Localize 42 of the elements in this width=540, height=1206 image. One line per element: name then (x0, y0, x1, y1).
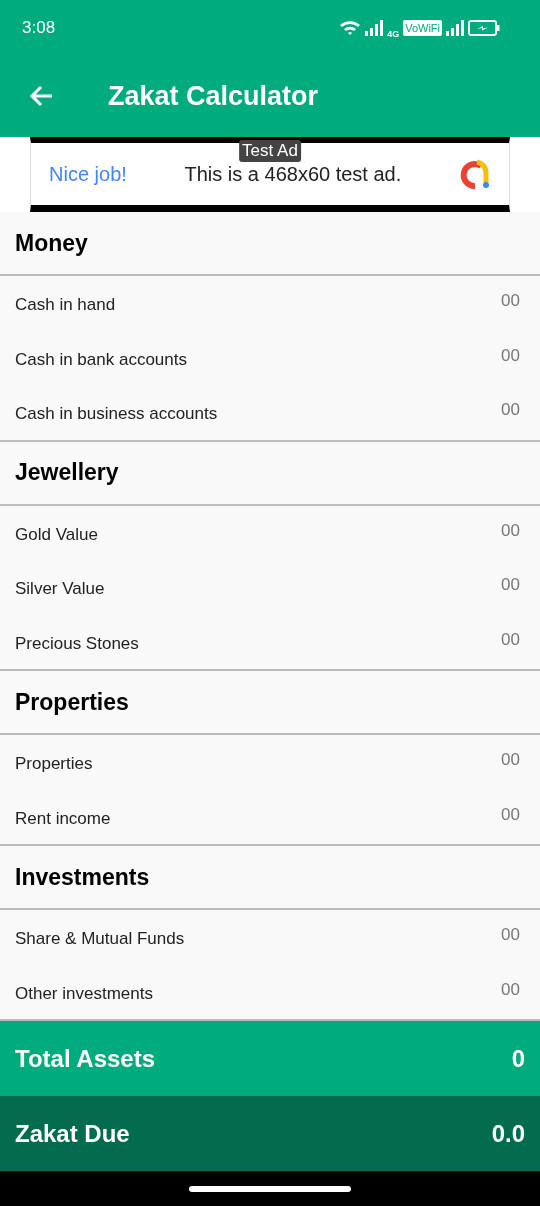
field-label: Cash in hand (15, 294, 116, 316)
amount-field[interactable]: 00 (440, 976, 520, 1002)
field-label: Other investments (15, 982, 153, 1005)
section-title: Investments (0, 846, 540, 910)
amount-field[interactable]: 00 (440, 801, 520, 827)
field-label: Cash in business accounts (15, 403, 218, 425)
network-type: 4G (387, 27, 400, 41)
back-button[interactable] (28, 83, 54, 109)
section-title: Properties (0, 671, 540, 735)
field-label: Share & Mutual Funds (15, 928, 185, 950)
amount-field[interactable]: 00 (440, 342, 520, 368)
field-label: Cash in bank accounts (15, 348, 187, 371)
field-label: Gold Value (15, 523, 98, 546)
amount-field[interactable]: 00 (440, 747, 520, 773)
ad-headline: Nice job! (49, 162, 127, 187)
wifi-calling-badge: VoWiFi (403, 19, 442, 36)
field-label: Silver Value (15, 578, 105, 600)
amount-field[interactable]: 00 (440, 288, 520, 314)
section-title: Jewellery (0, 441, 540, 506)
field-label: Rent income (15, 807, 111, 830)
amount-field[interactable]: 00 (440, 397, 520, 423)
wifi-icon (339, 19, 362, 36)
field-label: Properties (15, 753, 93, 775)
amount-field[interactable]: 00 (440, 517, 520, 543)
status-time: 3:08 (22, 16, 56, 39)
signal-icon (365, 19, 384, 36)
ad-tag: Test Ad (239, 140, 301, 162)
app-title: Zakat Calculator (108, 79, 319, 113)
total-value: 0 (511, 1043, 525, 1074)
battery-charging-icon (468, 19, 500, 36)
ad-logo-icon (459, 158, 491, 190)
total-value: 0.0 (491, 1118, 525, 1149)
amount-field[interactable]: 00 (440, 922, 520, 948)
total-label: Total Assets (15, 1043, 156, 1074)
ad-banner[interactable]: Test Ad Nice job! This is a 468x60 test ad. (30, 137, 510, 212)
total-label: Zakat Due (15, 1118, 130, 1149)
ad-text: This is a 468x60 test ad. (184, 162, 402, 187)
amount-field[interactable]: 00 (440, 626, 520, 652)
field-label: Precious Stones (15, 632, 139, 655)
amount-field[interactable]: 00 (440, 572, 520, 598)
signal-icon (446, 19, 464, 36)
section-title: Money (0, 212, 540, 276)
